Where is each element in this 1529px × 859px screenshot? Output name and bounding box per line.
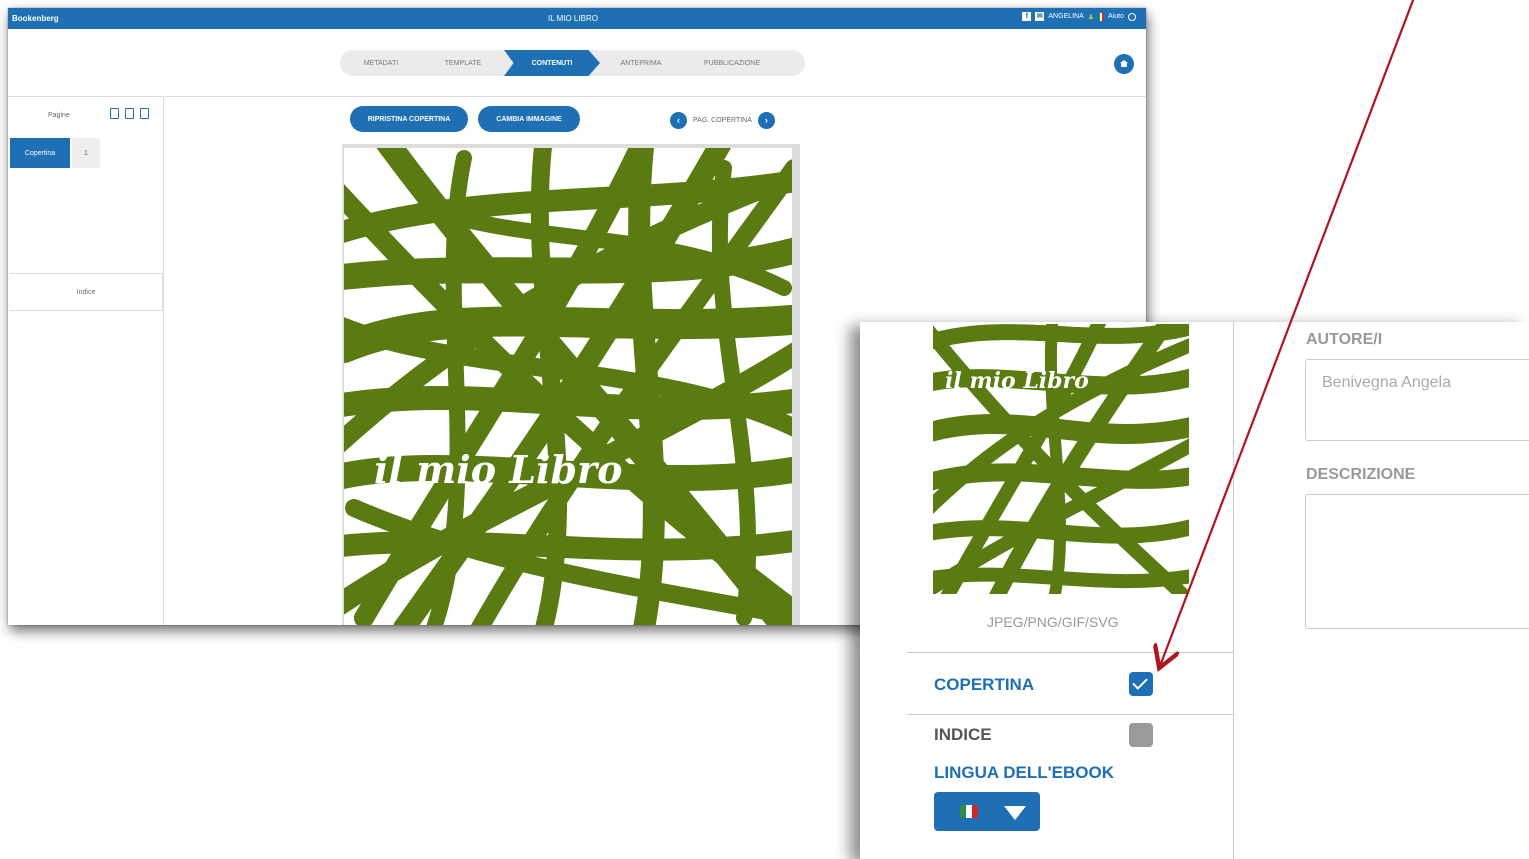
annotation-arrow [0,0,1415,859]
arrow-line [1160,0,1415,666]
